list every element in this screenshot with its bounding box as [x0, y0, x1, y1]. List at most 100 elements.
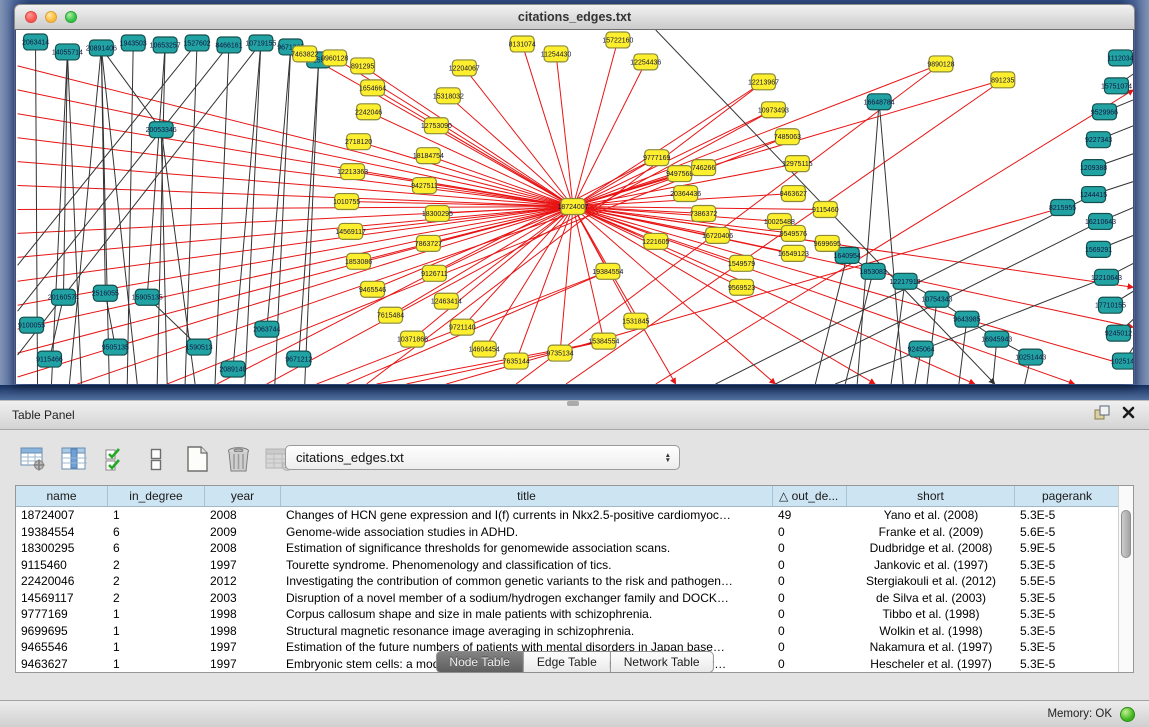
graph-node[interactable]: 10251443: [1015, 349, 1046, 365]
table-row[interactable]: 1830029562008Estimation of significance …: [16, 540, 1120, 557]
graph-edge[interactable]: [18, 207, 573, 234]
delete-table-button[interactable]: [223, 443, 253, 475]
graph-node[interactable]: 7485063: [774, 129, 801, 145]
graph-node[interactable]: 7615484: [377, 307, 404, 323]
graph-node[interactable]: 20053346: [146, 122, 177, 138]
graph-node[interactable]: 12254436: [630, 54, 661, 70]
graph-edge[interactable]: [18, 114, 573, 207]
table-row[interactable]: 1872400712008Changes of HCN gene express…: [16, 507, 1120, 524]
table-row[interactable]: 977716911998Corpus callosum shape and si…: [16, 606, 1120, 623]
graph-edge[interactable]: [879, 102, 903, 384]
graph-node[interactable]: 7635144: [503, 353, 530, 369]
graph-node[interactable]: 20160574: [48, 289, 79, 305]
table-selector[interactable]: citations_edges.txt ▲▼: [285, 445, 680, 470]
network-view-canvas[interactable]: 2063414140557142089140619435031065325715…: [15, 30, 1134, 384]
graph-node[interactable]: 7386372: [690, 206, 717, 222]
graph-node[interactable]: 1943503: [120, 35, 147, 51]
graph-node[interactable]: 14055714: [52, 44, 83, 60]
graph-node[interactable]: 15751074: [1101, 78, 1132, 94]
graph-node[interactable]: 16945943: [981, 331, 1012, 347]
table-scrollbar[interactable]: [1118, 486, 1133, 672]
graph-node[interactable]: 1590513: [185, 339, 212, 355]
graph-edge[interactable]: [516, 64, 941, 384]
column-header-pagerank[interactable]: pagerank: [1015, 486, 1120, 506]
graph-node[interactable]: 1654664: [359, 80, 386, 96]
network-window[interactable]: citations_edges.txt 20634141405571420891…: [14, 4, 1135, 385]
column-header-indegree[interactable]: in_degree: [108, 486, 205, 506]
graph-node[interactable]: 891235: [991, 72, 1015, 88]
float-panel-icon[interactable]: [1094, 405, 1110, 425]
graph-node[interactable]: 9505135: [102, 339, 129, 355]
graph-node[interactable]: 2516055: [92, 285, 119, 301]
graph-node[interactable]: 1221605: [642, 233, 669, 249]
graph-node[interactable]: 9735134: [546, 345, 573, 361]
graph-node[interactable]: 1527602: [183, 35, 210, 51]
graph-node[interactable]: 9890128: [927, 56, 954, 72]
column-visibility-button[interactable]: [59, 443, 89, 475]
graph-node[interactable]: 10719155: [245, 35, 276, 51]
graph-node[interactable]: 9497568: [666, 166, 693, 182]
graph-node[interactable]: 1010755: [333, 194, 360, 210]
graph-node[interactable]: 10371866: [397, 331, 428, 347]
graph-node[interactable]: 8215955: [1049, 200, 1076, 216]
graph-node[interactable]: 2089140: [219, 361, 246, 377]
network-graph[interactable]: 2063414140557142089140619435031065325715…: [16, 30, 1134, 384]
graph-node[interactable]: 1244415: [1080, 187, 1107, 203]
graph-node[interactable]: 1853083: [860, 263, 887, 279]
graph-edge[interactable]: [351, 207, 573, 232]
column-header-name[interactable]: name: [16, 486, 108, 506]
graph-node[interactable]: 9115466: [36, 351, 63, 367]
table-scrollbar-thumb[interactable]: [1121, 510, 1131, 558]
graph-node[interactable]: 19384554: [592, 263, 623, 279]
graph-edge[interactable]: [464, 68, 573, 207]
graph-node[interactable]: 9245064: [907, 341, 934, 357]
graph-node[interactable]: 12213967: [748, 74, 779, 90]
graph-node[interactable]: 2063414: [22, 34, 49, 50]
graph-edge[interactable]: [49, 297, 63, 359]
graph-edge[interactable]: [462, 207, 573, 328]
graph-edge[interactable]: [18, 207, 573, 354]
graph-edge[interactable]: [18, 43, 261, 355]
graph-node[interactable]: 9245012: [1105, 325, 1132, 341]
tab-edge-table[interactable]: Edge Table: [524, 651, 611, 673]
graph-edge[interactable]: [891, 281, 905, 384]
graph-node[interactable]: 9227343: [1085, 132, 1112, 148]
graph-node[interactable]: 9126711: [421, 265, 448, 281]
graph-node[interactable]: 1112034: [1107, 50, 1133, 66]
tab-network-table[interactable]: Network Table: [611, 651, 714, 673]
graph-node[interactable]: 1209388: [1080, 160, 1107, 176]
graph-edge[interactable]: [959, 319, 967, 384]
graph-node[interactable]: 12213363: [337, 164, 368, 180]
close-panel-icon[interactable]: [1122, 406, 1135, 424]
table-options-button[interactable]: [18, 443, 48, 475]
graph-node[interactable]: 9529966: [1091, 104, 1118, 120]
graph-node[interactable]: 9465546: [359, 281, 386, 297]
graph-edge[interactable]: [18, 43, 197, 265]
graph-node[interactable]: 9699695: [814, 235, 841, 251]
graph-edge[interactable]: [215, 45, 229, 384]
splitter-handle[interactable]: [567, 401, 579, 406]
new-table-button[interactable]: [182, 443, 212, 475]
graph-node[interactable]: 20891406: [86, 40, 117, 56]
graph-edge[interactable]: [267, 47, 291, 329]
column-header-title[interactable]: title: [281, 486, 773, 506]
graph-edge[interactable]: [573, 207, 1133, 328]
table-row[interactable]: 1456911722003Disruption of a novel membe…: [16, 590, 1120, 607]
graph-node[interactable]: 9100055: [18, 317, 45, 333]
graph-node[interactable]: 18184754: [413, 148, 444, 164]
graph-node[interactable]: 9569523: [728, 279, 755, 295]
graph-edge[interactable]: [556, 54, 573, 207]
graph-node[interactable]: 16720406: [702, 227, 733, 243]
table-rows-button[interactable]: [141, 443, 171, 475]
table-row[interactable]: 969969511998Structural magnetic resonanc…: [16, 623, 1120, 640]
graph-node[interactable]: 8466161: [215, 37, 242, 53]
graph-edge[interactable]: [233, 43, 261, 369]
graph-node[interactable]: 10973493: [758, 102, 789, 118]
graph-node[interactable]: 746266: [692, 160, 716, 176]
graph-node[interactable]: 9549576: [780, 225, 807, 241]
graph-node[interactable]: 15318032: [433, 88, 464, 104]
graph-node[interactable]: 15722160: [602, 32, 633, 48]
graph-node[interactable]: 7463822: [291, 46, 318, 62]
graph-node[interactable]: 12210643: [1091, 269, 1122, 285]
graph-edge[interactable]: [359, 142, 573, 207]
